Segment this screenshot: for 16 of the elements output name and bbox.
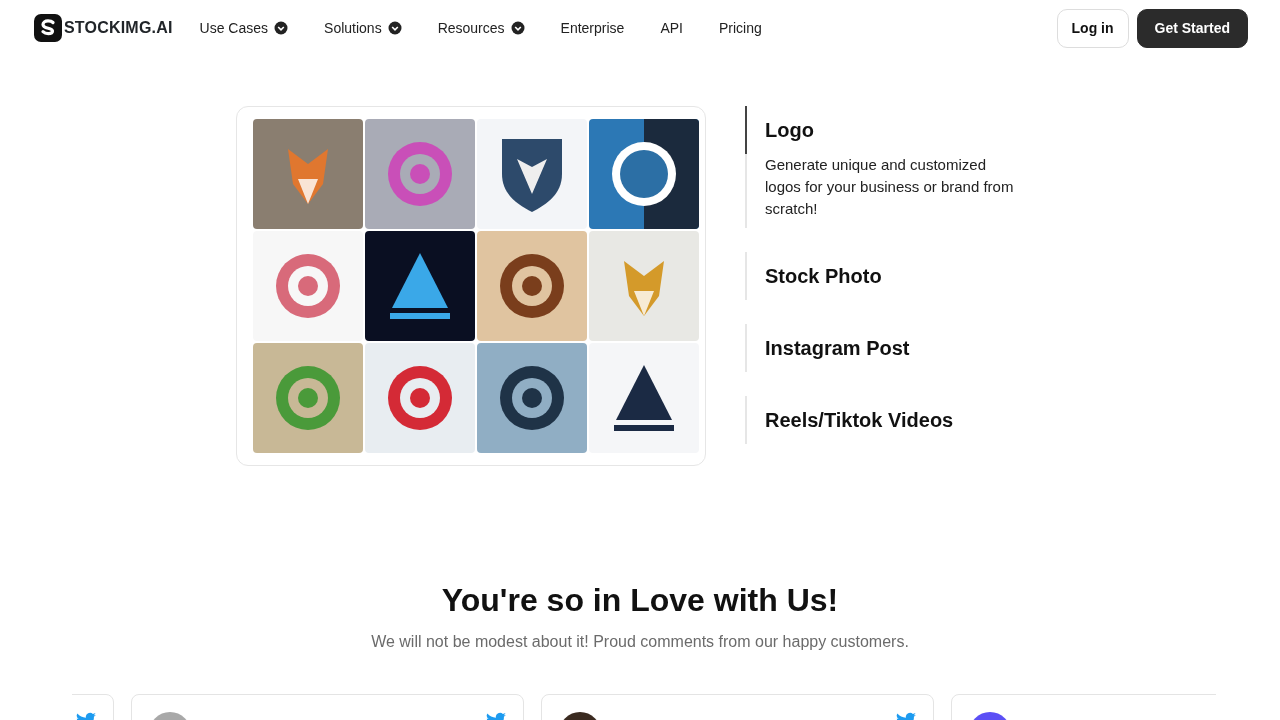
feature-tab[interactable]: Stock Photo: [765, 252, 882, 300]
get-started-button[interactable]: Get Started: [1136, 8, 1248, 48]
feature-tab[interactable]: Reels/Tiktok Videos: [765, 396, 954, 444]
brand-logo[interactable]: STOCKIMG.AI: [34, 14, 173, 42]
feature-tab[interactable]: Logo: [745, 106, 814, 154]
nav-link[interactable]: Use Cases: [199, 17, 289, 39]
nav-link[interactable]: Resources: [437, 17, 525, 39]
feature-tab[interactable]: Instagram Post: [765, 324, 910, 372]
section-heading: You're so in Love with Us!: [440, 581, 840, 620]
nav-link[interactable]: Solutions: [324, 17, 402, 39]
nav-link[interactable]: Pricing: [718, 17, 762, 39]
login-button[interactable]: Log in: [1056, 8, 1129, 48]
nav-link[interactable]: Enterprise: [560, 17, 625, 39]
section-subheading: We will not be modest about it! Proud comments from our happy customers.: [370, 632, 910, 652]
nav-link[interactable]: API: [660, 17, 683, 39]
feature-description: Generate unique and customized logos for your business or brand from scratch!: [765, 155, 1015, 219]
